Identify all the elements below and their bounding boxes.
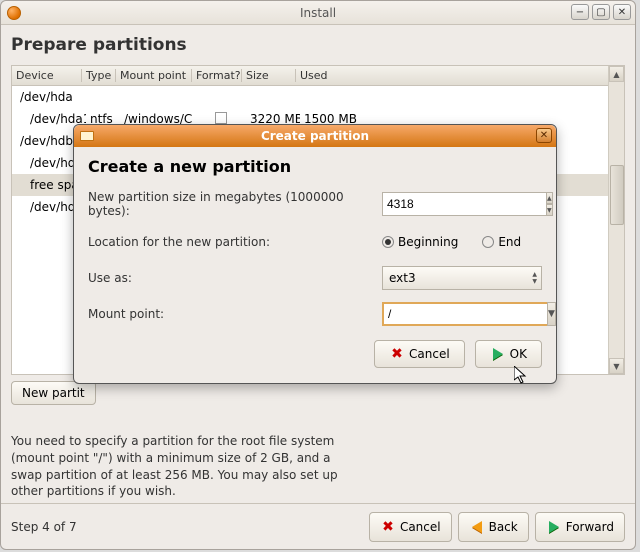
size-label: New partition size in megabytes (1000000…	[88, 190, 382, 218]
dialog-cancel-icon: ✖	[389, 346, 405, 362]
maximize-button[interactable]: ▢	[592, 4, 610, 20]
radio-beginning-label: Beginning	[398, 235, 458, 249]
scroll-up-icon[interactable]: ▲	[609, 66, 624, 82]
header-used[interactable]: Used	[296, 69, 624, 82]
radio-beginning-icon	[382, 236, 394, 248]
table-scrollbar[interactable]: ▲ ▼	[608, 66, 624, 374]
minimize-button[interactable]: −	[571, 4, 589, 20]
spin-down-icon[interactable]: ▼	[546, 204, 553, 216]
app-icon	[7, 6, 21, 20]
row-location: Location for the new partition: Beginnin…	[88, 230, 542, 254]
table-row[interactable]: /dev/hda	[12, 86, 624, 108]
select-arrows-icon: ▲▼	[532, 271, 537, 285]
hint-text: You need to specify a partition for the …	[11, 433, 351, 500]
dialog-cancel-button[interactable]: ✖ Cancel	[374, 340, 465, 368]
header-mount[interactable]: Mount point	[116, 69, 192, 82]
size-spinbox: ▲ ▼	[382, 192, 542, 216]
radio-end[interactable]: End	[482, 235, 521, 249]
mount-label: Mount point:	[88, 307, 382, 321]
header-type[interactable]: Type	[82, 69, 116, 82]
spin-up-icon[interactable]: ▲	[546, 192, 553, 204]
dialog-close-button[interactable]: ✕	[536, 128, 552, 143]
dialog-ok-label: OK	[510, 347, 527, 361]
dialog-title: Create partition	[261, 129, 369, 143]
mount-combo: ▼	[382, 302, 542, 326]
bottom-buttons: ✖ Cancel Back Forward	[369, 512, 625, 542]
new-partition-button[interactable]: New partit	[11, 381, 96, 405]
page-heading: Prepare partitions	[11, 35, 625, 55]
cell-device: /dev/hda	[16, 90, 86, 104]
row-size: New partition size in megabytes (1000000…	[88, 190, 542, 218]
ok-arrow-icon	[490, 346, 506, 362]
radio-end-icon	[482, 236, 494, 248]
back-label: Back	[489, 520, 518, 534]
titlebar: Install − ▢ ✕	[1, 1, 635, 25]
format-checkbox[interactable]	[215, 112, 227, 124]
dialog-body: Create a new partition New partition siz…	[74, 147, 556, 378]
window-title: Install	[300, 6, 336, 20]
radio-beginning[interactable]: Beginning	[382, 235, 458, 249]
scrollbar-thumb[interactable]	[610, 165, 624, 225]
step-label: Step 4 of 7	[11, 520, 77, 534]
header-size[interactable]: Size	[242, 69, 296, 82]
forward-arrow-icon	[546, 519, 562, 535]
window-controls: − ▢ ✕	[571, 4, 631, 20]
bottom-bar: Step 4 of 7 ✖ Cancel Back Forward	[1, 503, 635, 549]
cancel-button[interactable]: ✖ Cancel	[369, 512, 452, 542]
dialog-titlebar: Create partition ✕	[74, 125, 556, 147]
back-button[interactable]: Back	[458, 512, 529, 542]
main-close-button[interactable]: ✕	[613, 4, 631, 20]
header-device[interactable]: Device	[12, 69, 82, 82]
size-input[interactable]	[382, 192, 546, 216]
dialog-actions: ✖ Cancel OK	[88, 340, 542, 368]
combo-dropdown-icon[interactable]: ▼	[547, 302, 556, 326]
create-partition-dialog: Create partition ✕ Create a new partitio…	[73, 124, 557, 384]
folder-icon	[80, 131, 94, 141]
back-arrow-icon	[469, 519, 485, 535]
row-use-as: Use as: ext3 ▲▼	[88, 266, 542, 290]
dialog-heading: Create a new partition	[88, 157, 542, 176]
use-as-select[interactable]: ext3 ▲▼	[382, 266, 542, 290]
mount-input[interactable]	[382, 302, 547, 326]
dialog-cancel-label: Cancel	[409, 347, 450, 361]
location-label: Location for the new partition:	[88, 235, 382, 249]
header-format[interactable]: Format?	[192, 69, 242, 82]
use-as-value: ext3	[389, 271, 416, 285]
row-mount: Mount point: ▼	[88, 302, 542, 326]
table-header: Device Type Mount point Format? Size Use…	[12, 66, 624, 86]
forward-label: Forward	[566, 520, 614, 534]
cancel-label: Cancel	[400, 520, 441, 534]
use-as-label: Use as:	[88, 271, 382, 285]
cancel-icon: ✖	[380, 519, 396, 535]
dialog-ok-button[interactable]: OK	[475, 340, 542, 368]
scroll-down-icon[interactable]: ▼	[609, 358, 624, 374]
forward-button[interactable]: Forward	[535, 512, 625, 542]
radio-end-label: End	[498, 235, 521, 249]
